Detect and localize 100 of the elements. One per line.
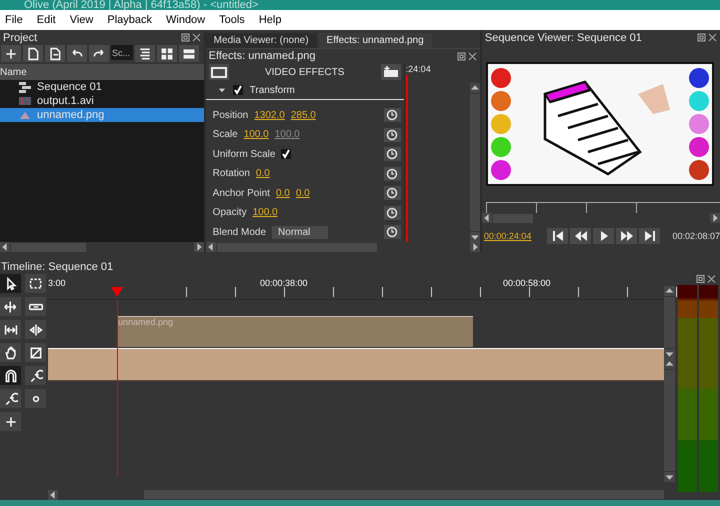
scroll-thumb[interactable] bbox=[664, 370, 675, 471]
list-view-button[interactable] bbox=[135, 45, 155, 62]
gradient-square-tool-button[interactable] bbox=[25, 343, 46, 362]
value-field[interactable]: 100.0 bbox=[244, 129, 269, 140]
scroll-right-icon[interactable] bbox=[194, 242, 204, 252]
keyframe-button[interactable] bbox=[384, 147, 401, 162]
menu-item[interactable]: Help bbox=[258, 14, 282, 26]
diamond-arrows-icon bbox=[28, 322, 42, 336]
menu-item[interactable]: Tools bbox=[219, 14, 245, 26]
scroll-up-icon[interactable] bbox=[470, 83, 480, 93]
add-effect-button[interactable] bbox=[208, 64, 229, 80]
play-button[interactable] bbox=[593, 228, 614, 244]
keyframe-button[interactable] bbox=[384, 166, 401, 181]
grid-view-button[interactable] bbox=[157, 45, 177, 62]
scroll-left-icon[interactable] bbox=[0, 242, 10, 252]
keyframe-button[interactable] bbox=[384, 186, 401, 200]
arrows-tool-button[interactable] bbox=[0, 297, 21, 316]
section-title: VIDEO EFFECTS bbox=[264, 66, 346, 78]
scroll-down-icon[interactable] bbox=[664, 472, 675, 482]
current-timecode[interactable]: 00:00:24:04 bbox=[484, 231, 532, 241]
field-label: Opacity bbox=[212, 207, 247, 218]
scroll-right-icon[interactable] bbox=[710, 213, 720, 223]
playhead-icon[interactable] bbox=[111, 287, 123, 297]
value-field[interactable]: 0.0 bbox=[256, 168, 270, 180]
dropdown[interactable]: Normal bbox=[272, 226, 328, 239]
fast-forward-icon bbox=[620, 231, 633, 241]
toolbar-button[interactable] bbox=[1, 45, 21, 62]
bracket-arrows-tool-button[interactable] bbox=[0, 320, 21, 339]
pointer-tool-button[interactable] bbox=[0, 274, 21, 293]
toolbar-button[interactable] bbox=[89, 45, 109, 62]
scroll-left-icon[interactable] bbox=[482, 213, 492, 223]
menu-item[interactable]: Playback bbox=[107, 14, 152, 26]
tab[interactable]: Media Viewer: (none) bbox=[206, 33, 317, 48]
scroll-down-icon[interactable] bbox=[664, 348, 675, 359]
go-to-end-button[interactable] bbox=[639, 228, 660, 244]
magnet-tool-button[interactable] bbox=[0, 366, 21, 385]
float-close-icon[interactable] bbox=[696, 33, 717, 42]
clock-icon bbox=[386, 109, 398, 122]
fast-forward-button[interactable] bbox=[616, 228, 638, 244]
scroll-up-icon[interactable] bbox=[664, 286, 675, 296]
value-field[interactable]: 0.0 bbox=[276, 188, 290, 199]
checkbox[interactable] bbox=[232, 85, 243, 96]
bar-tool-button[interactable] bbox=[25, 297, 46, 316]
audio-clip[interactable] bbox=[48, 348, 664, 381]
bracket-arrows-icon bbox=[4, 322, 18, 336]
scroll-thumb[interactable] bbox=[144, 490, 664, 499]
dot-tool-button[interactable] bbox=[25, 389, 46, 408]
search-field[interactable]: Sc... bbox=[111, 45, 133, 60]
go-to-start-button[interactable] bbox=[547, 228, 568, 244]
plus-tool-button[interactable] bbox=[0, 412, 21, 431]
menu-item[interactable]: File bbox=[5, 14, 23, 26]
value-field[interactable]: 285.0 bbox=[290, 110, 316, 121]
scroll-thumb[interactable] bbox=[470, 94, 480, 231]
column-header[interactable]: Name bbox=[0, 66, 27, 78]
scroll-left-icon[interactable] bbox=[206, 242, 216, 252]
add-frame-icon bbox=[382, 66, 399, 78]
selection-box-tool-button[interactable] bbox=[25, 274, 46, 293]
scroll-up-icon[interactable] bbox=[664, 358, 675, 369]
project-item[interactable]: output.1.avi bbox=[0, 94, 204, 108]
scroll-thumb[interactable] bbox=[11, 242, 86, 252]
add-transition-button[interactable] bbox=[380, 64, 401, 80]
clock-icon bbox=[386, 128, 398, 141]
value-field[interactable]: 100.0 bbox=[252, 207, 278, 218]
hand-tool-button[interactable] bbox=[0, 343, 21, 362]
menu-item[interactable]: View bbox=[70, 14, 94, 26]
scroll-thumb[interactable] bbox=[664, 297, 675, 348]
keyframe-button[interactable] bbox=[384, 206, 401, 220]
clock-icon bbox=[386, 148, 398, 160]
value-field[interactable]: 0.0 bbox=[296, 188, 310, 199]
selection-box-icon bbox=[28, 276, 42, 290]
toolbar-button[interactable] bbox=[67, 45, 87, 62]
checkbox[interactable] bbox=[281, 149, 292, 160]
float-close-icon[interactable] bbox=[180, 33, 201, 42]
clock-icon bbox=[386, 226, 398, 238]
float-close-icon[interactable] bbox=[696, 274, 716, 284]
rows-view-button[interactable] bbox=[179, 45, 199, 62]
project-item[interactable]: Sequence 01 bbox=[0, 80, 204, 94]
toolbar-button[interactable] bbox=[23, 45, 43, 62]
effect-name: Transform bbox=[250, 84, 295, 96]
keyframe-button[interactable] bbox=[384, 225, 401, 240]
menu-item[interactable]: Edit bbox=[36, 14, 56, 26]
expand-arrow-icon[interactable] bbox=[218, 86, 226, 94]
field-label: Rotation bbox=[212, 168, 250, 180]
keyframe-button[interactable] bbox=[384, 108, 401, 122]
float-close-icon[interactable] bbox=[456, 52, 477, 60]
document-icon bbox=[26, 46, 40, 60]
panel-title: Effects: unnamed.png bbox=[208, 50, 316, 62]
keyframe-button[interactable] bbox=[384, 128, 401, 142]
diamond-arrows-tool-button[interactable] bbox=[25, 320, 46, 339]
toolbar-button[interactable] bbox=[45, 45, 65, 62]
scroll-right-icon[interactable] bbox=[470, 242, 480, 252]
menu-item[interactable]: Window bbox=[166, 14, 206, 26]
value-field[interactable]: 1302.0 bbox=[254, 110, 285, 121]
sequence-icon bbox=[18, 81, 32, 93]
panel-title: Project bbox=[3, 32, 38, 44]
tab[interactable]: Effects: unnamed.png bbox=[318, 33, 432, 48]
scroll-left-icon[interactable] bbox=[48, 490, 58, 500]
window-title: Olive (April 2019 | Alpha | 64f13a58) - <untitled> bbox=[23, 0, 258, 10]
rewind-button[interactable] bbox=[570, 228, 592, 244]
rows-icon bbox=[182, 46, 196, 60]
